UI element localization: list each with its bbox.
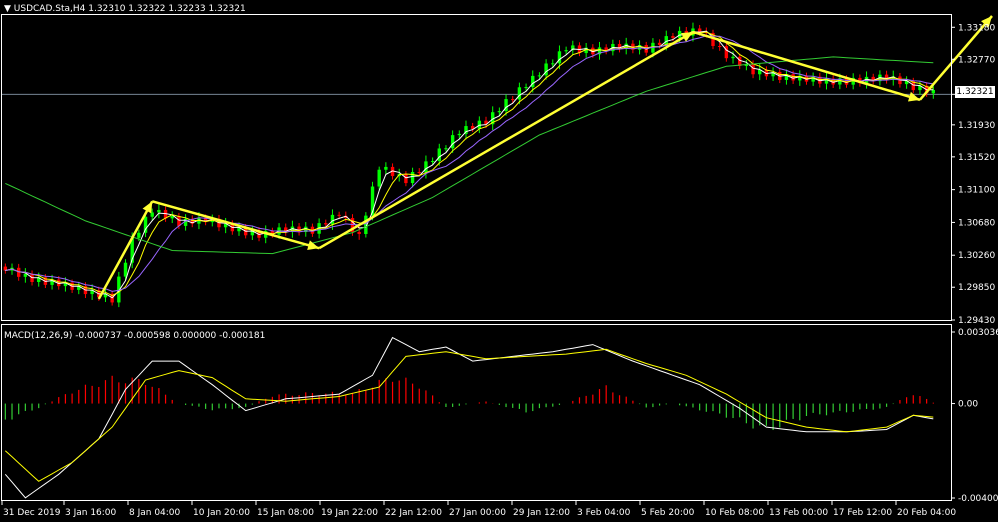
macd-pane[interactable]	[4, 336, 934, 499]
time-tick-label: 10 Feb 08:00	[705, 508, 764, 518]
time-tick-label: 13 Feb 00:00	[769, 508, 828, 518]
candle-body	[123, 262, 128, 277]
trend-arrow-line	[97, 200, 154, 300]
candle-body	[417, 171, 421, 173]
candle-body	[143, 216, 148, 233]
price-tick-label: 1.30260	[958, 251, 995, 261]
price-frame	[1, 14, 952, 321]
candle-body	[931, 89, 936, 94]
candle-body	[377, 169, 381, 187]
ma-purple-line	[5, 35, 934, 292]
time-tick-label: 29 Jan 12:00	[513, 508, 570, 518]
arrowhead-icon	[907, 91, 920, 102]
time-tick-label: 15 Jan 08:00	[257, 508, 314, 518]
candle-body	[357, 231, 361, 234]
candle-body	[404, 174, 408, 184]
candle-body	[444, 148, 448, 150]
macd-frame	[1, 324, 952, 501]
price-tick-label: 1.29850	[958, 283, 995, 293]
macd-tick-label: 0.003036	[958, 328, 998, 338]
price-pane[interactable]	[2, 15, 993, 308]
time-tick-label: 27 Jan 00:00	[449, 508, 506, 518]
candle-body	[524, 87, 528, 89]
candle-body	[657, 42, 662, 45]
time-tick-label: 3 Jan 16:00	[65, 508, 117, 518]
candle-body	[23, 273, 28, 277]
axes: 1.33180 1.32770 1.31930 1.31520 1.31100 1.306…	[1, 14, 998, 518]
candle-body	[717, 46, 722, 48]
price-tick-label: 1.31520	[958, 153, 995, 163]
macd-tick-label: 0.00	[958, 400, 978, 410]
time-tick-label: 5 Feb 20:00	[641, 508, 695, 518]
macd-header: MACD(12,26,9) -0.000737 -0.000598 0.0000…	[4, 331, 266, 341]
time-tick-label: 22 Jan 12:00	[385, 508, 442, 518]
macd-tick-label: -0.004007	[958, 494, 998, 504]
candle-body	[424, 161, 428, 173]
candle-body	[731, 56, 735, 59]
time-tick-label: 8 Jan 04:00	[129, 508, 181, 518]
price-tick-label: 1.31100	[958, 186, 995, 196]
time-tick-label: 10 Jan 20:00	[193, 508, 250, 518]
candle-body	[324, 223, 328, 225]
forex-chart[interactable]: 1.33180 1.32770 1.31930 1.31520 1.31100 1.306…	[0, 0, 998, 522]
candle-body	[410, 171, 415, 184]
candle-body	[330, 214, 335, 225]
candle-body	[677, 30, 682, 38]
time-tick-label: 20 Feb 04:00	[897, 508, 956, 518]
candle-body	[384, 166, 388, 170]
candle-body	[430, 160, 435, 162]
candle-body	[564, 50, 568, 52]
candle-body	[497, 111, 502, 113]
candle-body	[517, 87, 522, 100]
price-tick-label: 1.32770	[958, 55, 995, 65]
candle-body	[157, 209, 161, 213]
candle-body	[137, 232, 141, 238]
ma-mid-line	[5, 31, 934, 297]
time-tick-label: 17 Feb 12:00	[833, 508, 892, 518]
candle-body	[457, 133, 462, 136]
time-tick-label: 31 Dec 2019	[3, 508, 61, 518]
candle-body	[751, 64, 755, 75]
dropdown-triangle-icon[interactable]: ▼	[4, 4, 11, 14]
ma-fast-line	[5, 30, 934, 299]
candle-body	[450, 135, 455, 149]
candle-body	[297, 226, 301, 233]
macd-line	[4, 336, 934, 499]
candle-body	[551, 63, 555, 65]
price-tick-label: 1.31930	[958, 121, 995, 131]
trend-arrow-line	[318, 30, 694, 250]
price-tick-label: 1.30680	[958, 218, 995, 228]
price-tick-label: 1.29430	[958, 316, 995, 326]
symbol-info: USDCAD.Sta,H4 1.32310 1.32322 1.32233 1.…	[13, 4, 246, 14]
symbol-header: ▼ USDCAD.Sta,H4 1.32310 1.32322 1.32233 …	[4, 3, 246, 15]
time-tick-label: 19 Jan 22:00	[321, 508, 378, 518]
current-price-tag: 1.32321	[955, 86, 995, 98]
time-tick-label: 3 Feb 04:00	[577, 508, 631, 518]
price-tick-label: 1.33180	[958, 23, 995, 33]
candle-body	[671, 36, 675, 38]
candle-body	[511, 99, 515, 101]
candle-body	[337, 214, 341, 216]
candle-body	[537, 75, 542, 77]
